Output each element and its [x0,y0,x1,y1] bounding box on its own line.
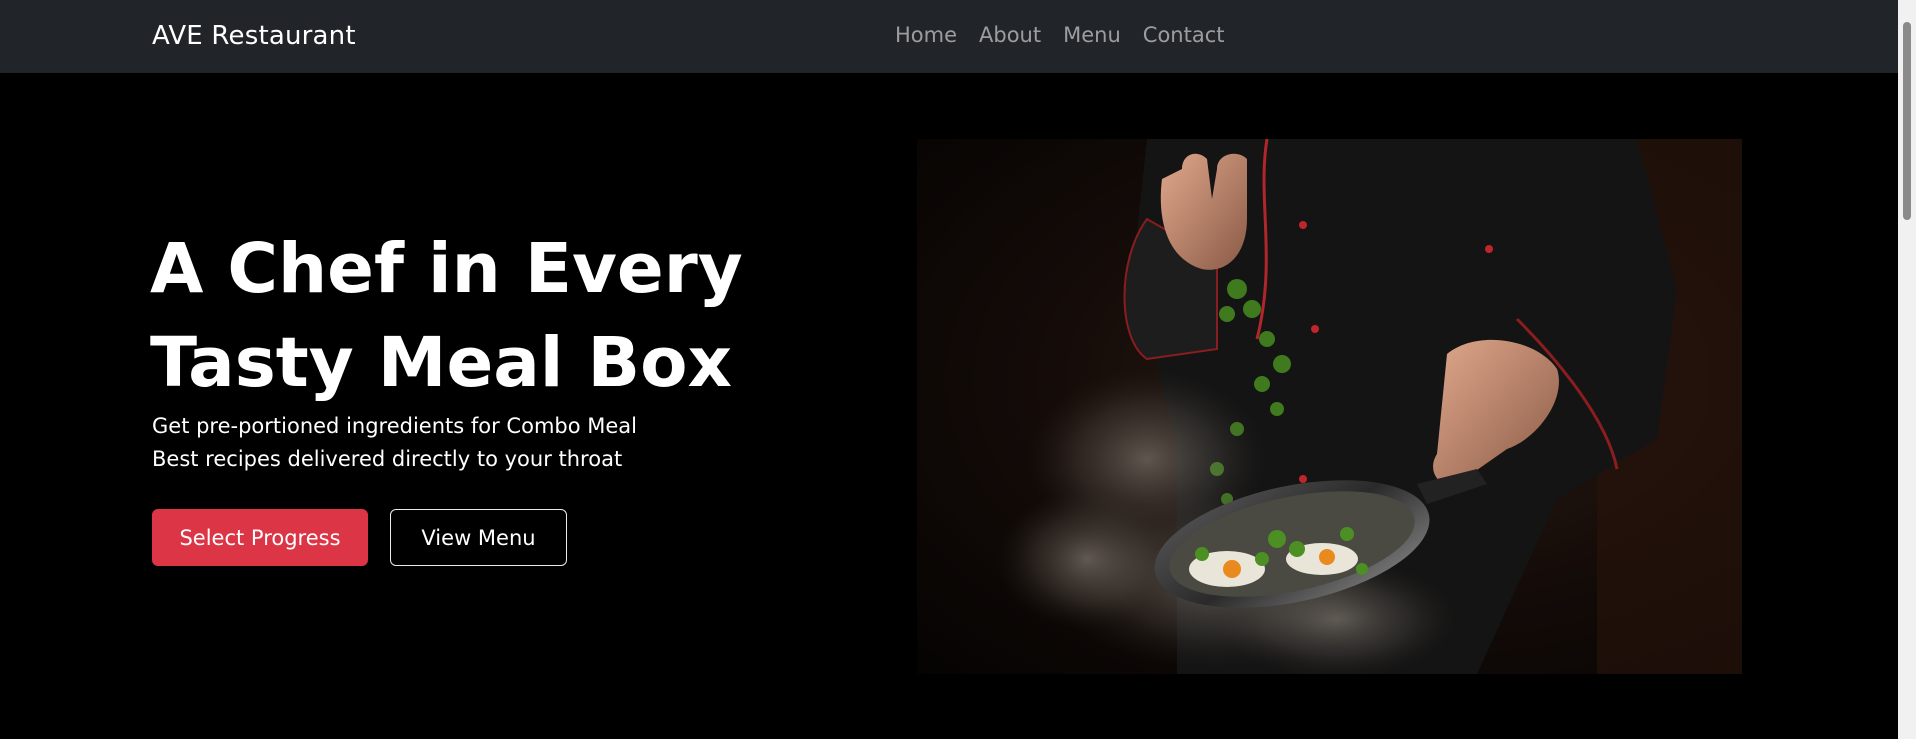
scroll-thumb[interactable] [1903,22,1911,220]
hero-subtitle-line2: Best recipes delivered directly to your … [152,447,623,471]
nav-link-menu[interactable]: Menu [1052,20,1132,50]
hero-title: A Chef in Every Tasty Meal Box [150,229,743,403]
hero-subtitle-line1: Get pre-portioned ingredients for Combo … [152,414,637,438]
navbar: AVE Restaurant Home About Menu Contact [0,0,1898,73]
nav-links: Home About Menu Contact [884,20,1235,50]
scrollbar[interactable] [1898,0,1916,739]
nav-link-contact[interactable]: Contact [1132,20,1236,50]
nav-link-about[interactable]: About [968,20,1052,50]
nav-link-home[interactable]: Home [884,20,968,50]
chef-cooking-photo [917,139,1742,674]
view-menu-button[interactable]: View Menu [390,509,567,566]
brand-logo[interactable]: AVE Restaurant [152,18,356,54]
hero-subtitle: Get pre-portioned ingredients for Combo … [152,410,752,476]
select-progress-button[interactable]: Select Progress [152,509,368,566]
